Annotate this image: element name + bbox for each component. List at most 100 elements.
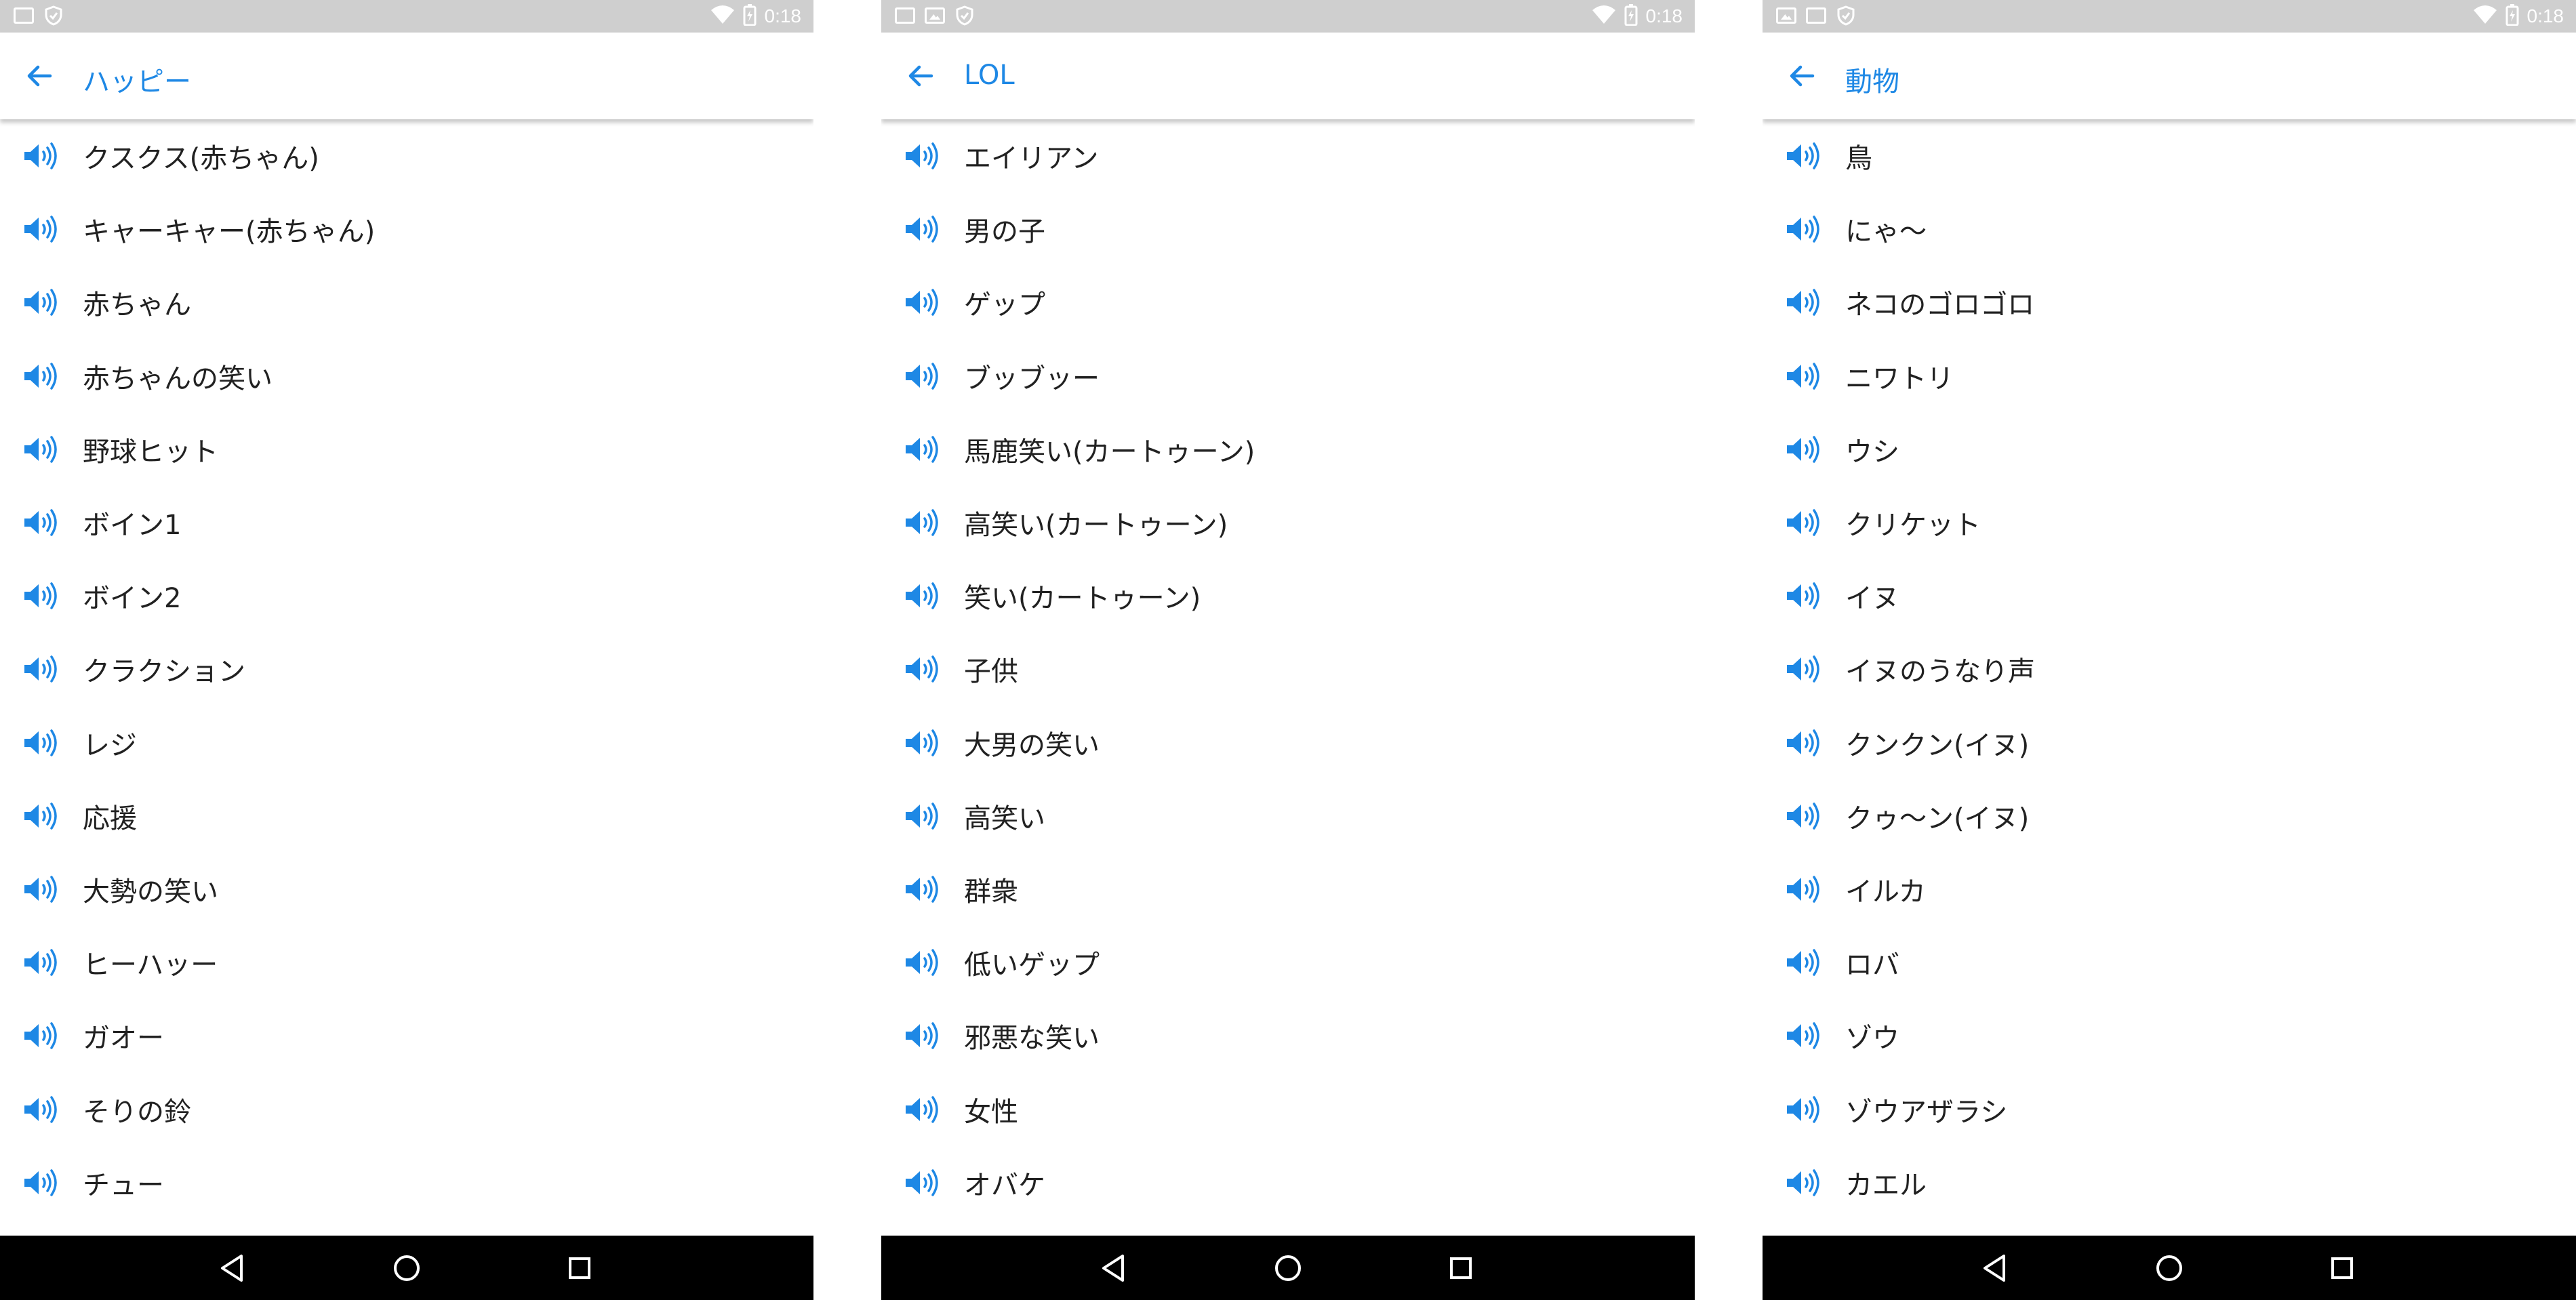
battery-icon [2505,4,2519,28]
wifi-icon [1592,5,1616,28]
nav-home-icon[interactable] [1270,1251,1306,1286]
speaker-icon [904,582,941,610]
list-item[interactable]: ニワトリ [1763,340,2576,413]
app-bar: LOL [881,33,1695,119]
list-item[interactable]: 応援 [0,779,813,853]
nav-recents-icon[interactable] [1443,1251,1478,1286]
speaker-icon [904,875,941,903]
speaker-icon [23,729,60,757]
list-item[interactable]: クスクス(赤ちゃん) [0,119,813,192]
battery-icon [1624,4,1638,28]
list-item[interactable]: チュー [0,1146,813,1219]
nav-recents-icon[interactable] [2325,1251,2360,1286]
sound-list: エイリアン男の子ゲップブッブッー馬鹿笑い(カートゥーン) 高笑い(カートゥーン) 笑… [881,119,1695,1219]
list-item[interactable]: 高笑い [881,779,1695,853]
list-item[interactable]: イルカ [1763,853,2576,926]
list-item[interactable]: クリケット [1763,486,2576,559]
list-item[interactable]: エイリアン [881,119,1695,192]
list-item[interactable]: ゲップ [881,266,1695,339]
list-item[interactable]: ヒーハッー [0,926,813,999]
list-item[interactable]: ボイン1 [0,486,813,559]
sound-list: 鳥にゃ〜 ネコのゴロゴロ ニワトリ ウシ クリケット イヌイヌのうなり声クンクン(イヌ) ク… [1763,119,2576,1219]
list-item[interactable]: 低いゲップ [881,926,1695,999]
shield-icon [954,5,975,26]
list-item[interactable]: 赤ちゃんの笑い [0,340,813,413]
nav-home-icon[interactable] [2152,1251,2187,1286]
speaker-icon [904,729,941,757]
list-item[interactable]: 高笑い(カートゥーン) [881,486,1695,559]
sound-label: 鳥 [1845,143,1872,175]
list-item[interactable]: ゾウ [1763,999,2576,1072]
sound-label: ヒーハッー [83,950,218,981]
list-item[interactable]: 男の子 [881,192,1695,266]
speaker-icon [904,802,941,830]
page-title: LOL [964,60,1015,91]
sound-label: イヌのうなり声 [1845,656,2035,688]
list-item[interactable]: 邪悪な笑い [881,999,1695,1072]
list-item[interactable]: ウシ [1763,413,2576,486]
list-item[interactable]: にゃ〜 [1763,192,2576,266]
sound-label: 馬鹿笑い(カートゥーン) [964,436,1255,468]
wifi-icon [2473,5,2497,28]
list-item[interactable]: ゾウアザラシ [1763,1072,2576,1145]
speaker-icon [904,215,941,243]
list-item[interactable]: 野球ヒット [0,413,813,486]
speaker-icon [904,1095,941,1124]
app-bar: 動物 [1763,33,2576,119]
list-item[interactable]: ブッブッー [881,340,1695,413]
sound-label: ブッブッー [964,363,1100,394]
sound-label: 男の子 [964,216,1045,248]
back-arrow-icon[interactable] [19,56,60,96]
list-item[interactable]: クゥ〜ン(イヌ) [1763,779,2576,853]
sound-label: イルカ [1845,876,1926,908]
nav-back-icon[interactable] [216,1251,251,1286]
speaker-icon [1786,729,1822,757]
list-item[interactable]: 群衆 [881,853,1695,926]
nav-home-icon[interactable] [389,1251,424,1286]
back-arrow-icon[interactable] [1782,56,1822,96]
sound-label: エイリアン [964,143,1099,175]
list-item[interactable]: ガオー [0,999,813,1072]
nav-back-icon[interactable] [1978,1251,2013,1286]
keyboard-icon [895,7,915,24]
list-item[interactable]: オバケ [881,1146,1695,1219]
list-item[interactable]: イヌのうなり声 [1763,632,2576,706]
list-item[interactable]: 大勢の笑い [0,853,813,926]
speaker-icon [1786,582,1822,610]
list-item[interactable]: カエル [1763,1146,2576,1219]
nav-back-icon[interactable] [1097,1251,1132,1286]
list-item[interactable]: レジ [0,706,813,779]
list-item[interactable]: 笑い(カートゥーン) [881,559,1695,632]
status-time: 0:18 [1645,5,1683,26]
list-item[interactable]: キャーキャー(赤ちゃん) [0,192,813,266]
list-item[interactable]: ネコのゴロゴロ [1763,266,2576,339]
list-item[interactable]: そりの鈴 [0,1072,813,1145]
list-item[interactable]: 大男の笑い [881,706,1695,779]
sound-label: 邪悪な笑い [964,1023,1100,1055]
speaker-icon [23,142,60,170]
shield-icon [43,5,64,26]
list-item[interactable]: 赤ちゃん [0,266,813,339]
sound-label: クスクス(赤ちゃん) [83,143,319,175]
list-item[interactable]: 子供 [881,632,1695,706]
speaker-icon [23,1021,60,1050]
sound-label: 応援 [83,803,137,834]
list-item[interactable]: ボイン2 [0,559,813,632]
list-item[interactable]: 女性 [881,1072,1695,1145]
list-item[interactable]: 鳥 [1763,119,2576,192]
list-item[interactable]: 馬鹿笑い(カートゥーン) [881,413,1695,486]
sound-label: オバケ [964,1169,1045,1201]
speaker-icon [23,875,60,903]
sound-list: クスクス(赤ちゃん) キャーキャー(赤ちゃん) 赤ちゃん 赤ちゃんの笑い野球ヒットボイ… [0,119,813,1219]
back-arrow-icon[interactable] [900,56,941,96]
list-item[interactable]: クンクン(イヌ) [1763,706,2576,779]
list-item[interactable]: イヌ [1763,559,2576,632]
list-item[interactable]: クラクション [0,632,813,706]
keyboard-icon [1806,7,1826,24]
keyboard-icon [14,7,34,24]
sound-label: 野球ヒット [83,436,218,468]
nav-recents-icon[interactable] [562,1251,597,1286]
speaker-icon [1786,948,1822,977]
sound-label: 大男の笑い [964,729,1100,761]
list-item[interactable]: ロバ [1763,926,2576,999]
